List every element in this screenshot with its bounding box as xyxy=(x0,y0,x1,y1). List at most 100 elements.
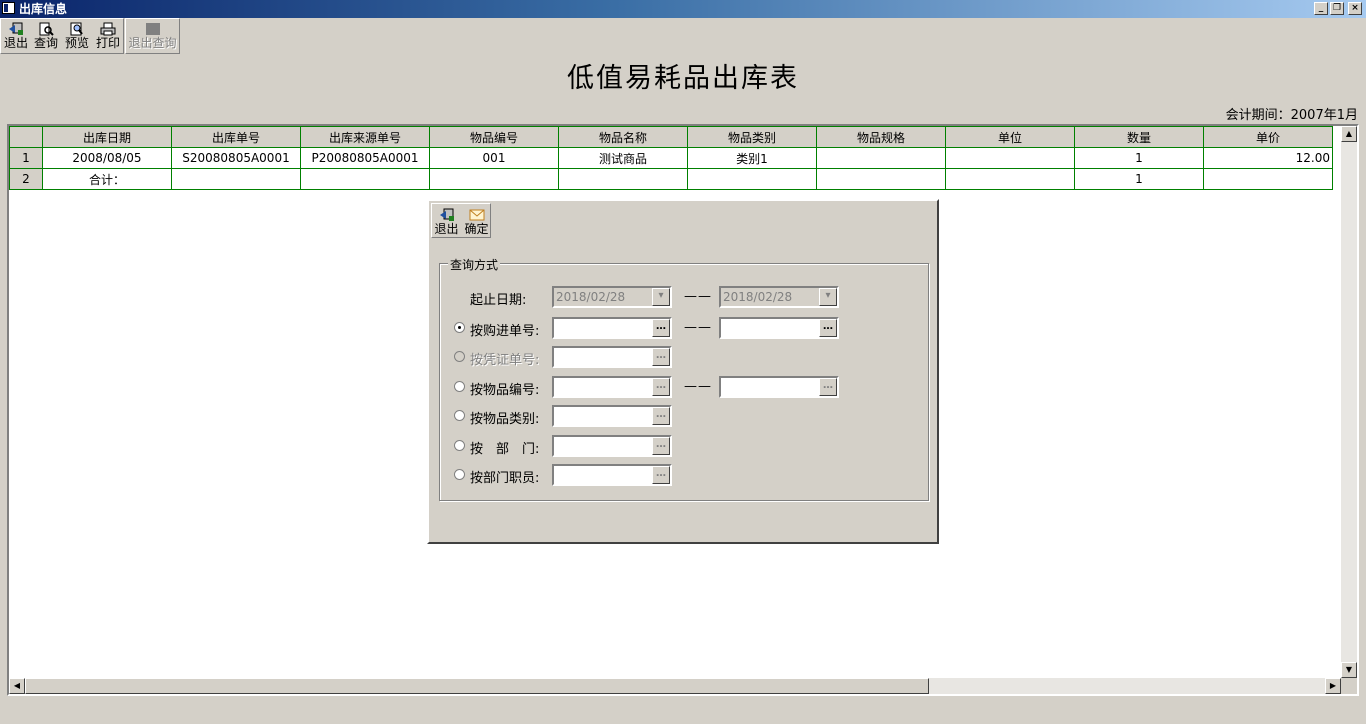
column-header[interactable]: 数量 xyxy=(1074,126,1204,148)
department-browse[interactable]: … xyxy=(652,437,670,455)
exit-button[interactable]: 退出 xyxy=(2,18,30,54)
cell-category[interactable] xyxy=(687,168,817,190)
print-icon xyxy=(100,22,116,36)
vertical-scrollbar[interactable]: ▲ ▼ xyxy=(1341,126,1357,678)
horizontal-scrollbar[interactable]: ◀ ▶ xyxy=(9,678,1341,694)
dialog-exit-button[interactable]: 退出 xyxy=(433,204,460,240)
item-code-dash: —— xyxy=(684,379,712,394)
item-category-field[interactable]: … xyxy=(552,405,672,427)
column-header[interactable]: 单价 xyxy=(1203,126,1333,148)
purchase-no-from-field[interactable]: … xyxy=(552,317,672,339)
minimize-button[interactable]: _ xyxy=(1314,2,1328,15)
restore-button[interactable]: ❐ xyxy=(1330,2,1344,15)
column-header[interactable]: 物品名称 xyxy=(558,126,688,148)
department-label: 按 部 门: xyxy=(470,442,540,457)
cell-category[interactable]: 类别1 xyxy=(687,147,817,169)
end-date-dropdown[interactable]: ▾ xyxy=(819,288,837,306)
item-code-to-browse[interactable]: … xyxy=(819,378,837,396)
department-radio[interactable] xyxy=(454,440,465,451)
item-code-from-browse[interactable]: … xyxy=(652,378,670,396)
cell-item-name[interactable] xyxy=(558,168,688,190)
row-number: 1 xyxy=(9,147,43,169)
cell-source-no[interactable] xyxy=(300,168,430,190)
voucher-no-browse[interactable]: … xyxy=(652,348,670,366)
purchase-no-label: 按购进单号: xyxy=(470,324,540,339)
purchase-no-to-browse[interactable]: … xyxy=(819,319,837,337)
scroll-down-button[interactable]: ▼ xyxy=(1341,662,1357,678)
item-category-label: 按物品类别: xyxy=(470,412,540,427)
preview-button[interactable]: 预览 xyxy=(63,18,91,54)
scroll-thumb[interactable] xyxy=(25,678,929,694)
cell-item-code[interactable]: 001 xyxy=(429,147,559,169)
scroll-left-button[interactable]: ◀ xyxy=(9,678,25,694)
cell-item-name[interactable]: 测试商品 xyxy=(558,147,688,169)
item-category-radio[interactable] xyxy=(454,410,465,421)
query-button[interactable]: 查询 xyxy=(32,18,60,54)
date-range-row: 起止日期: 2018/02/28 ▾ —— 2018/02/28 ▾ xyxy=(440,286,928,308)
column-header[interactable]: 出库来源单号 xyxy=(300,126,430,148)
cell-out-no[interactable]: S20080805A0001 xyxy=(171,147,301,169)
item-category-row: 按物品类别: … xyxy=(440,405,928,427)
end-date-picker[interactable]: 2018/02/28 ▾ xyxy=(719,286,839,308)
table-row[interactable]: 2 合计： 1 xyxy=(9,168,1333,190)
purchase-no-row: 按购进单号: … —— … xyxy=(440,317,928,339)
table-row[interactable]: 1 2008/08/05 S20080805A0001 P20080805A00… xyxy=(9,147,1333,169)
date-dash: —— xyxy=(684,289,712,304)
item-code-from-field[interactable]: … xyxy=(552,376,672,398)
dept-staff-browse[interactable]: … xyxy=(652,466,670,484)
purchase-no-from-browse[interactable]: … xyxy=(652,319,670,337)
exit-query-icon xyxy=(145,23,160,35)
accounting-period: 会计期间：2007年1月 xyxy=(1226,104,1358,123)
title-bar: 出库信息 _ ❐ × xyxy=(0,0,1366,18)
print-button[interactable]: 打印 xyxy=(94,18,122,54)
scroll-up-button[interactable]: ▲ xyxy=(1341,126,1357,142)
column-header[interactable]: 出库单号 xyxy=(171,126,301,148)
voucher-no-field[interactable]: … xyxy=(552,346,672,368)
cell-item-code[interactable] xyxy=(429,168,559,190)
date-range-label: 起止日期: xyxy=(470,293,527,308)
cell-unit[interactable] xyxy=(945,168,1075,190)
item-code-row: 按物品编号: … —— … xyxy=(440,376,928,398)
corner-header xyxy=(9,126,43,148)
cell-price[interactable] xyxy=(1203,168,1333,190)
scroll-right-button[interactable]: ▶ xyxy=(1325,678,1341,694)
cell-qty-total[interactable]: 1 xyxy=(1074,168,1204,190)
column-header[interactable]: 出库日期 xyxy=(42,126,172,148)
dept-staff-radio[interactable] xyxy=(454,469,465,480)
column-header[interactable]: 物品类别 xyxy=(687,126,817,148)
department-field[interactable]: … xyxy=(552,435,672,457)
cell-spec[interactable] xyxy=(816,168,946,190)
cell-spec[interactable] xyxy=(816,147,946,169)
cell-source-no[interactable]: P20080805A0001 xyxy=(300,147,430,169)
item-code-radio[interactable] xyxy=(454,381,465,392)
group-title: 查询方式 xyxy=(448,256,501,273)
exit-query-button[interactable]: 退出查询 xyxy=(126,18,179,54)
department-row: 按 部 门: … xyxy=(440,435,928,457)
cell-qty[interactable]: 1 xyxy=(1074,147,1204,169)
item-category-browse[interactable]: … xyxy=(652,407,670,425)
row-number: 2 xyxy=(9,168,43,190)
close-button[interactable]: × xyxy=(1348,2,1362,15)
start-date-picker[interactable]: 2018/02/28 ▾ xyxy=(552,286,672,308)
period-value: 2007年1月 xyxy=(1290,108,1358,123)
purchase-no-dash: —— xyxy=(684,320,712,335)
voucher-no-radio[interactable] xyxy=(454,351,465,362)
dialog-ok-button[interactable]: 确定 xyxy=(463,204,490,240)
period-label: 会计期间： xyxy=(1225,108,1291,123)
item-code-to-field[interactable]: … xyxy=(719,376,839,398)
column-header[interactable]: 单位 xyxy=(945,126,1075,148)
item-code-label: 按物品编号: xyxy=(470,383,540,398)
column-header[interactable]: 物品编号 xyxy=(429,126,559,148)
dept-staff-label: 按部门职员: xyxy=(470,471,540,486)
purchase-no-radio[interactable] xyxy=(454,322,465,333)
dept-staff-field[interactable]: … xyxy=(552,464,672,486)
dialog-toolbar: 退出 确定 xyxy=(431,203,491,238)
start-date-dropdown[interactable]: ▾ xyxy=(652,288,670,306)
column-header[interactable]: 物品规格 xyxy=(816,126,946,148)
purchase-no-to-field[interactable]: … xyxy=(719,317,839,339)
cell-out-no[interactable] xyxy=(171,168,301,190)
cell-total-label[interactable]: 合计： xyxy=(42,168,172,190)
cell-unit[interactable] xyxy=(945,147,1075,169)
cell-date[interactable]: 2008/08/05 xyxy=(42,147,172,169)
cell-price[interactable]: 12.00 xyxy=(1203,147,1333,169)
